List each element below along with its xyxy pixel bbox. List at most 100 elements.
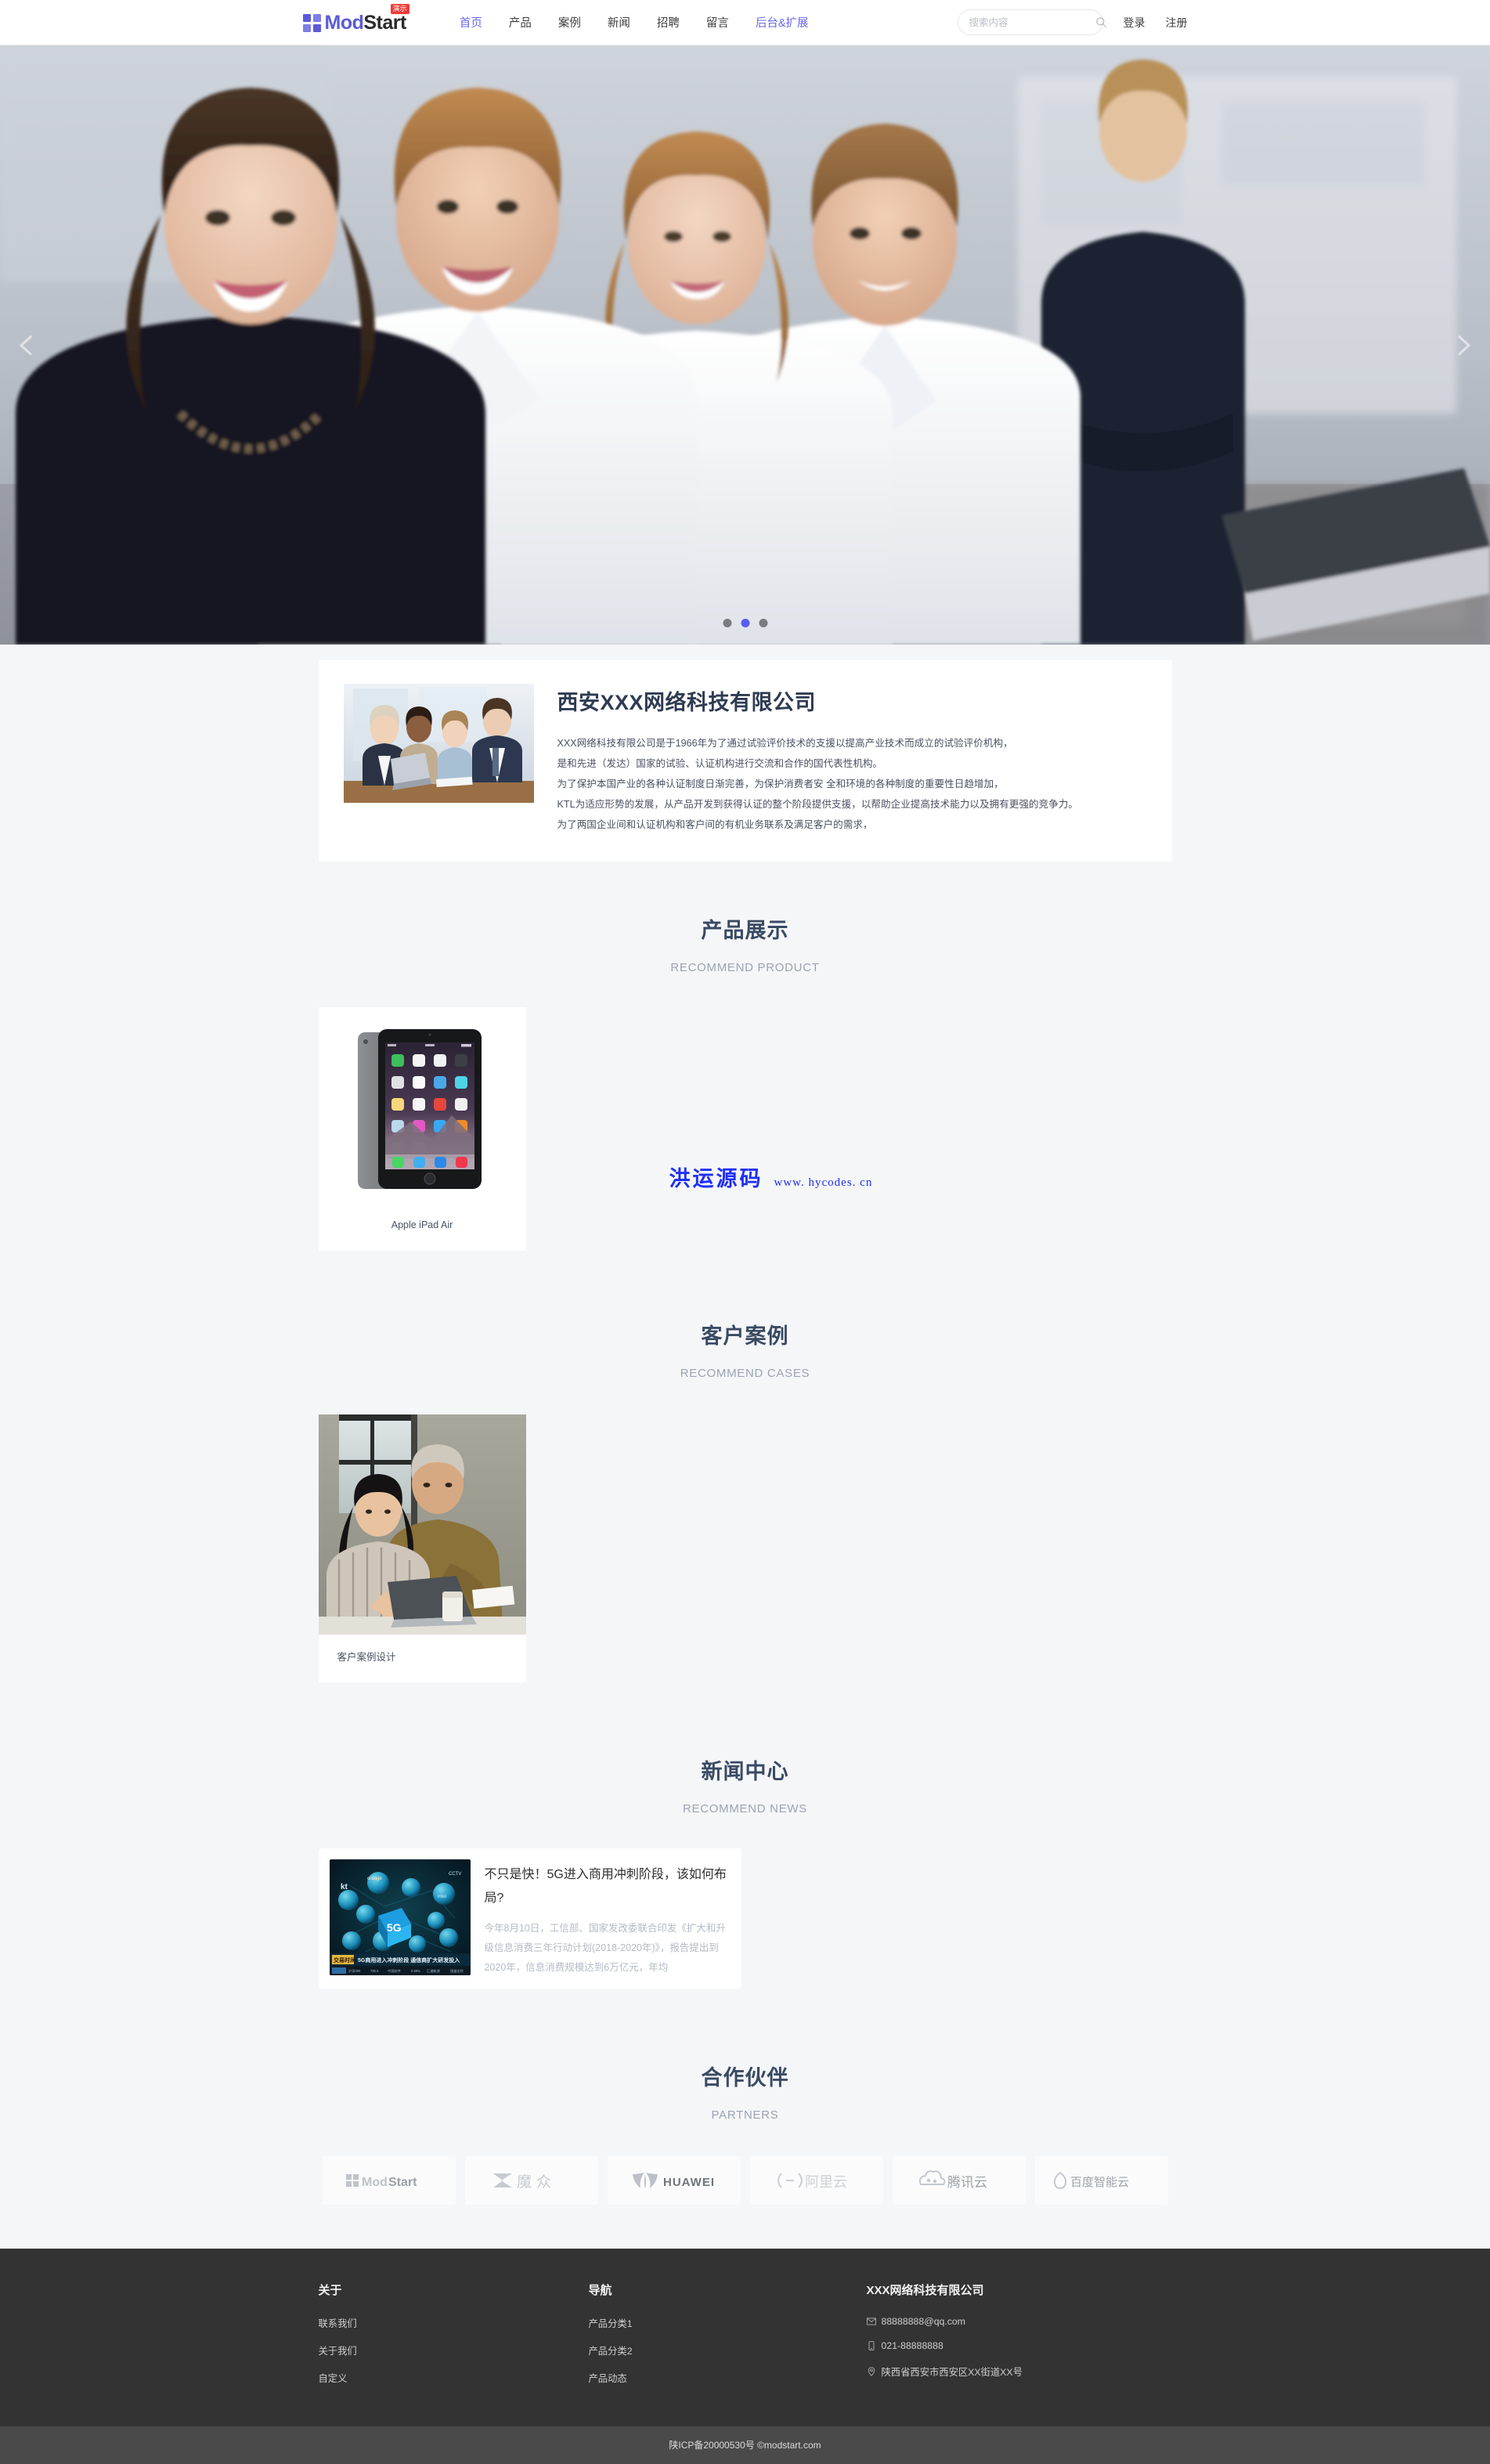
phone-icon xyxy=(868,2341,874,2350)
product-section: 产品展示 RECOMMEND PRODUCT Apple iPad Air 洪运… xyxy=(0,862,1490,1251)
cases-section: 客户案例 RECOMMEND CASES 客户案例设计 xyxy=(0,1251,1490,1682)
partner-huawei[interactable]: HUAWEI xyxy=(607,2156,741,2205)
svg-text:HUAWEI: HUAWEI xyxy=(663,2176,715,2189)
partner-mozhong[interactable]: 魔 众 xyxy=(464,2156,598,2205)
product-card[interactable]: Apple iPad Air xyxy=(318,1007,526,1251)
news-image: kt orange intel CCTV 5G 交易时间 5G商用进入冲刺阶段 … xyxy=(329,1859,471,1975)
case-card[interactable]: 客户案例设计 xyxy=(318,1414,526,1682)
footer-about-title: 关于 xyxy=(318,2284,342,2297)
carousel-dot-1[interactable] xyxy=(723,619,731,627)
modstart-squares-icon xyxy=(302,13,321,32)
footer-phone-text: 021-88888888 xyxy=(881,2340,943,2351)
chevron-right-icon xyxy=(1458,334,1470,356)
footer-link-custom[interactable]: 自定义 xyxy=(319,2371,589,2385)
partner-baiducloud[interactable]: 百度智能云 xyxy=(1034,2156,1168,2205)
hero-carousel[interactable] xyxy=(0,45,1490,645)
brand-logo[interactable]: ModStart 演示 xyxy=(302,3,409,34)
brand-mod-text: Mod xyxy=(324,11,364,34)
nav-item-cases[interactable]: 案例 xyxy=(558,14,581,31)
footer-about-column: 关于 联系我们 关于我们 自定义 xyxy=(319,2282,589,2398)
nav-item-message[interactable]: 留言 xyxy=(706,14,729,31)
footer-nav-title: 导航 xyxy=(588,2284,612,2297)
footer-link-category-1[interactable]: 产品分类1 xyxy=(589,2316,867,2330)
product-section-title: 产品展示 xyxy=(701,919,789,942)
partners-section-header: 合作伙伴 PARTNERS xyxy=(319,2061,1172,2122)
svg-text:orange: orange xyxy=(367,1877,382,1881)
svg-text:intel: intel xyxy=(438,1895,446,1899)
aliyun-logo-icon: 阿里云 xyxy=(777,2173,847,2191)
cases-section-title: 客户案例 xyxy=(701,1324,789,1348)
svg-text:汇通能源: 汇通能源 xyxy=(427,1968,441,1974)
svg-text:kt: kt xyxy=(341,1883,348,1891)
partners-list: Mod Start 魔 众 HUAWEI 阿里云 腾讯云 百度智能云 xyxy=(319,2156,1172,2205)
intro-paragraph-4: KTL为适应形势的发展，从产品开发到获得认证的整个阶段提供支援，以帮助企业提高技… xyxy=(557,799,1078,810)
news-section-title: 新闻中心 xyxy=(701,1760,789,1783)
footer-email-row: 88888888@qq.com xyxy=(866,2316,1172,2327)
news-section-subtitle: RECOMMEND NEWS xyxy=(683,1802,807,1815)
footer-link-category-2[interactable]: 产品分类2 xyxy=(589,2343,867,2357)
svg-text:百度智能云: 百度智能云 xyxy=(1070,2175,1129,2189)
location-pin-icon xyxy=(868,2367,875,2376)
footer-link-product-news[interactable]: 产品动态 xyxy=(589,2371,867,2385)
nav-item-jobs[interactable]: 招聘 xyxy=(657,14,680,31)
intro-paragraph-1: XXX网络科技有限公司是于1966年为了通过试验评价技术的支援以提高产业技术而成… xyxy=(557,738,1013,749)
nav-item-admin-extensions[interactable]: 后台&扩展 xyxy=(756,14,809,31)
svg-text:0.88%: 0.88% xyxy=(411,1969,420,1973)
cases-section-header: 客户案例 RECOMMEND CASES xyxy=(319,1319,1172,1380)
nav-item-news[interactable]: 新闻 xyxy=(608,14,630,31)
svg-text:CCTV: CCTV xyxy=(449,1872,461,1877)
register-link[interactable]: 注册 xyxy=(1166,16,1188,29)
svg-text:腾讯云: 腾讯云 xyxy=(947,2175,987,2191)
baiducloud-logo-icon: 百度智能云 xyxy=(1053,2171,1129,2190)
site-footer: 关于 联系我们 关于我们 自定义 导航 产品分类1 产品分类2 产品动态 XXX… xyxy=(0,2249,1490,2426)
footer-phone-row: 021-88888888 xyxy=(867,2340,1172,2351)
carousel-dots xyxy=(723,619,767,627)
svg-text:中国软件: 中国软件 xyxy=(388,1968,401,1974)
tencentcloud-logo-icon: 腾讯云 xyxy=(918,2170,987,2191)
search-box[interactable] xyxy=(957,9,1106,35)
news-description: 今年8月10日，工信部、国家发改委联合印发《扩大和升级信息消费三年行动计划(20… xyxy=(484,1923,726,1973)
product-section-subtitle: RECOMMEND PRODUCT xyxy=(670,961,820,974)
svg-text:5G商用进入冲刺阶段 通信商扩大研发投入: 5G商用进入冲刺阶段 通信商扩大研发投入 xyxy=(358,1956,460,1964)
login-link[interactable]: 登录 xyxy=(1124,16,1145,29)
product-grid: Apple iPad Air xyxy=(318,1007,1172,1251)
mail-icon xyxy=(866,2318,876,2325)
carousel-next-button[interactable] xyxy=(1446,328,1481,363)
partner-aliyun[interactable]: 阿里云 xyxy=(749,2156,883,2205)
footer-address-text: 陕西省西安市西安区XX街道XX号 xyxy=(881,2367,1023,2378)
carousel-prev-button[interactable] xyxy=(9,328,44,363)
partner-tencentcloud[interactable]: 腾讯云 xyxy=(892,2156,1026,2205)
news-card[interactable]: kt orange intel CCTV 5G 交易时间 5G商用进入冲刺阶段 … xyxy=(318,1848,741,1989)
svg-text:沪深300: 沪深300 xyxy=(348,1968,361,1974)
footer-link-about-us[interactable]: 关于我们 xyxy=(319,2343,589,2357)
footer-contact-column: XXX网络科技有限公司 88888888@qq.com 021-88888888… xyxy=(867,2282,1172,2398)
svg-text:交易时间: 交易时间 xyxy=(334,1956,355,1964)
intro-paragraph-3: 为了保护本国产业的各种认证制度日渐完善，为保护消费者安 全和环境的各种制度的重要… xyxy=(557,779,1004,789)
carousel-dot-2[interactable] xyxy=(741,619,749,627)
footer-email-text: 88888888@qq.com xyxy=(881,2316,966,2327)
nav-item-products[interactable]: 产品 xyxy=(509,14,532,31)
footer-address-row: 陕西省西安市西安区XX街道XX号 xyxy=(867,2365,1172,2379)
demo-badge: 演示 xyxy=(390,3,409,14)
top-navbar: ModStart 演示 首页 产品 案例 新闻 招聘 留言 后台&扩展 搜索内容… xyxy=(0,0,1490,45)
partner-modstart[interactable]: Mod Start xyxy=(322,2156,456,2205)
svg-text:Mod: Mod xyxy=(362,2176,388,2189)
svg-text:阿里云: 阿里云 xyxy=(805,2174,847,2191)
svg-text:国盛金控: 国盛金控 xyxy=(450,1968,464,1974)
search-input[interactable] xyxy=(969,16,1095,28)
case-image xyxy=(318,1414,526,1635)
svg-text:Start: Start xyxy=(388,2176,417,2189)
news-grid: kt orange intel CCTV 5G 交易时间 5G商用进入冲刺阶段 … xyxy=(318,1848,1172,1989)
case-name: 客户案例设计 xyxy=(337,1652,396,1663)
svg-text:790.5: 790.5 xyxy=(370,1969,379,1973)
huawei-logo-icon: HUAWEI xyxy=(632,2173,715,2189)
carousel-dot-3[interactable] xyxy=(759,619,767,627)
company-intro-image xyxy=(343,684,534,803)
product-name: Apple iPad Air xyxy=(391,1219,453,1230)
nav-item-home[interactable]: 首页 xyxy=(460,14,482,31)
chevron-left-icon xyxy=(20,334,32,356)
intro-paragraph-5: 为了两国企业间和认证机构和客户间的有机业务联系及满足客户的需求， xyxy=(557,819,873,830)
search-icon[interactable] xyxy=(1095,16,1107,28)
footer-link-contact-us[interactable]: 联系我们 xyxy=(319,2316,589,2330)
hero-banner-image xyxy=(0,45,1490,645)
